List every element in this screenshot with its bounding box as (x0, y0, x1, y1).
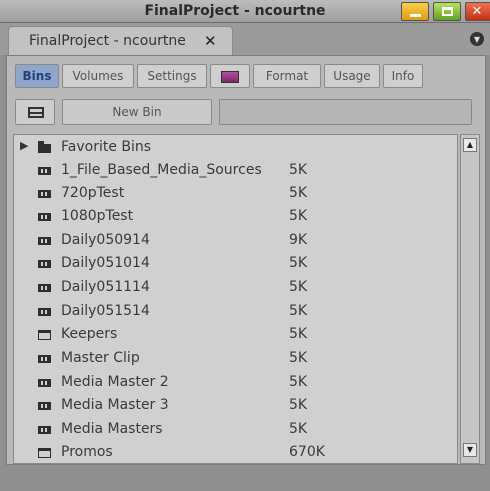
item-name: Daily051014 (61, 255, 150, 271)
bin-closed-icon (38, 237, 51, 245)
window-title: FinalProject - ncourtne (144, 3, 326, 19)
list-item[interactable]: Daily051014 5K (14, 252, 454, 275)
tab-bins[interactable]: Bins (15, 64, 59, 88)
bin-open-icon (38, 448, 51, 458)
list-item[interactable]: Daily051114 5K (14, 276, 454, 299)
bin-closed-icon (38, 426, 51, 434)
minimize-button[interactable] (401, 2, 429, 21)
tab-bar: FinalProject - ncourtne ✕ ▼ (0, 23, 490, 55)
item-size: 5K (289, 350, 308, 366)
bin-list: ▶ Favorite Bins 1_File_Based_Media_Sourc… (13, 134, 458, 464)
list-item-favorite-bins[interactable]: ▶ Favorite Bins (14, 136, 454, 159)
scroll-up-icon[interactable]: ▲ (463, 138, 477, 152)
expand-triangle-icon[interactable]: ▶ (20, 139, 28, 152)
bin-closed-icon (38, 308, 51, 316)
tab-label: FinalProject - ncourtne (29, 33, 186, 49)
color-swatch-icon (221, 70, 239, 83)
item-size: 5K (289, 185, 308, 201)
list-item[interactable]: Daily051514 5K (14, 300, 454, 323)
list-item[interactable]: Keepers 5K (14, 323, 454, 346)
item-name: Master Clip (61, 350, 140, 366)
item-size: 5K (289, 162, 308, 178)
bin-closed-icon (38, 355, 51, 363)
item-name: Media Master 3 (61, 397, 169, 413)
tab-volumes[interactable]: Volumes (62, 64, 134, 88)
bin-open-icon (38, 330, 51, 340)
list-item[interactable]: 720pTest 5K (14, 182, 454, 205)
list-item[interactable]: Master Clip 5K (14, 347, 454, 370)
maximize-button[interactable] (433, 2, 461, 21)
project-panel: Bins Volumes Settings Format Usage Info … (6, 55, 486, 465)
bin-closed-icon (38, 190, 51, 198)
item-size: 9K (289, 232, 308, 248)
list-item[interactable]: 1080pTest 5K (14, 205, 454, 228)
tab-info[interactable]: Info (383, 64, 423, 88)
item-size: 5K (289, 255, 308, 271)
tab-color[interactable] (210, 64, 250, 88)
item-name: Media Masters (61, 421, 163, 437)
item-name: Promos (61, 444, 113, 460)
list-item[interactable]: Media Master 3 5K (14, 394, 454, 417)
tab-close-icon[interactable]: ✕ (204, 32, 217, 50)
folder-icon (38, 141, 51, 153)
bin-closed-icon (38, 167, 51, 175)
new-bin-button[interactable]: New Bin (62, 99, 212, 125)
item-name: Media Master 2 (61, 374, 169, 390)
list-item[interactable]: Daily050914 9K (14, 229, 454, 252)
minimize-icon (409, 13, 421, 17)
item-size: 5K (289, 421, 308, 437)
tab-format[interactable]: Format (253, 64, 321, 88)
tab-settings[interactable]: Settings (137, 64, 207, 88)
item-name: 720pTest (61, 185, 125, 201)
item-size: 670K (289, 444, 325, 460)
item-size: 5K (289, 397, 308, 413)
tab-project[interactable]: FinalProject - ncourtne ✕ (8, 26, 233, 55)
item-size: 5K (289, 303, 308, 319)
list-item[interactable]: 1_File_Based_Media_Sources 5K (14, 159, 454, 182)
bin-closed-icon (38, 213, 51, 221)
bin-layout-button[interactable] (15, 99, 55, 125)
item-name: Daily050914 (61, 232, 150, 248)
list-item[interactable]: Media Master 2 5K (14, 371, 454, 394)
bin-closed-icon (38, 284, 51, 292)
bin-closed-icon (38, 260, 51, 268)
maximize-icon (441, 7, 453, 16)
title-bar: FinalProject - ncourtne ✕ (0, 0, 490, 23)
item-name: Keepers (61, 326, 118, 342)
bin-field[interactable] (219, 99, 472, 125)
scroll-down-icon[interactable]: ▼ (463, 443, 477, 457)
close-window-button[interactable]: ✕ (465, 2, 490, 21)
item-size: 5K (289, 326, 308, 342)
item-name: Favorite Bins (61, 139, 152, 155)
item-size: 5K (289, 374, 308, 390)
list-item[interactable]: Promos 670K (14, 441, 454, 464)
bin-closed-icon (38, 402, 51, 410)
item-name: 1_File_Based_Media_Sources (61, 162, 262, 178)
close-icon: ✕ (471, 4, 483, 19)
item-name: 1080pTest (61, 208, 134, 224)
vertical-scrollbar[interactable]: ▲ ▼ (460, 134, 480, 464)
item-size: 5K (289, 279, 308, 295)
item-name: Daily051514 (61, 303, 150, 319)
list-item[interactable]: Media Masters 5K (14, 418, 454, 441)
panel-menu-icon[interactable]: ▼ (470, 32, 484, 46)
item-name: Daily051114 (61, 279, 150, 295)
tab-usage[interactable]: Usage (324, 64, 380, 88)
layout-icon (28, 107, 44, 118)
bin-closed-icon (38, 379, 51, 387)
item-size: 5K (289, 208, 308, 224)
